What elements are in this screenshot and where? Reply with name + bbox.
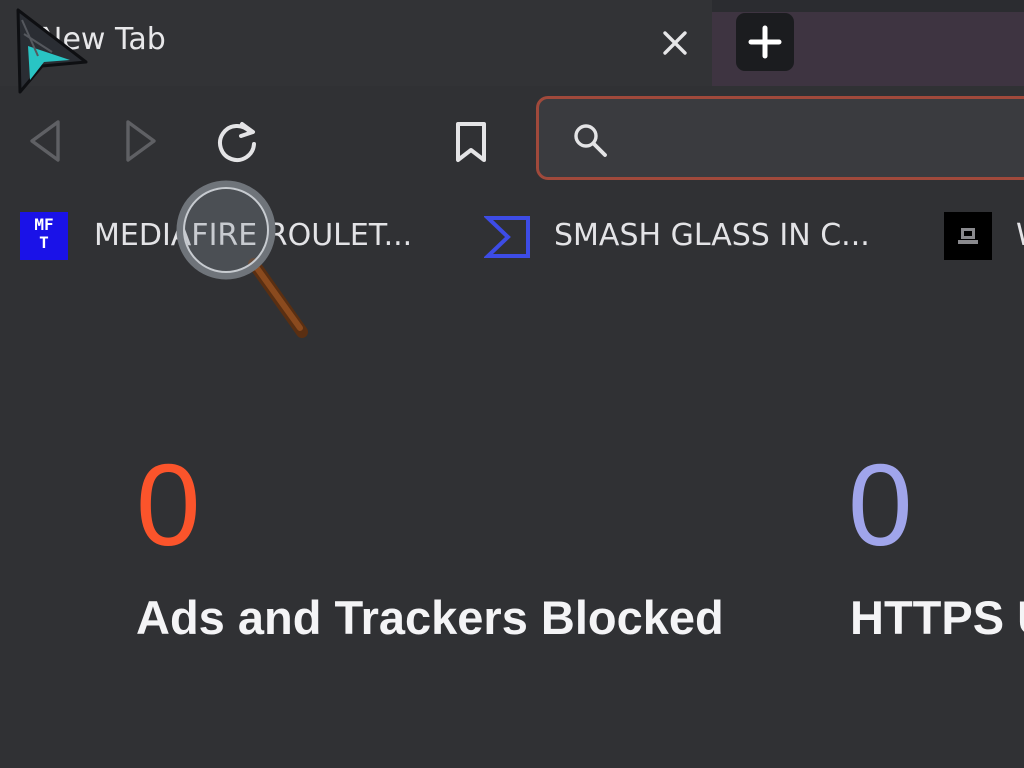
address-bar[interactable] [536, 96, 1024, 180]
magnifier-cursor-icon [172, 176, 316, 346]
address-input[interactable] [623, 117, 1024, 159]
forward-arrow-icon[interactable] [118, 118, 162, 168]
search-icon [571, 121, 611, 165]
laptop-icon [944, 212, 992, 260]
bookmarks-bar: MF T MEDIAFIRE ROULET... SMASH GLASS IN C… [0, 198, 1024, 276]
arrow-cursor-icon [8, 6, 98, 104]
https-upgrades-count: 0 [848, 440, 913, 570]
bookmark-label: W [1016, 218, 1024, 253]
bookmark-label: SMASH GLASS IN C... [554, 218, 870, 253]
back-arrow-icon[interactable] [24, 118, 68, 168]
ads-blocked-count: 0 [136, 440, 201, 570]
close-icon[interactable] [656, 24, 694, 62]
sigma-flag-icon [482, 212, 534, 266]
favicon-text-line1: MF [34, 215, 54, 234]
plus-icon [748, 25, 782, 59]
bookmark-icon[interactable] [450, 120, 492, 168]
favicon-text-line2: T [39, 233, 49, 252]
ads-blocked-label: Ads and Trackers Blocked [136, 591, 724, 644]
reload-icon[interactable] [212, 118, 262, 170]
https-upgrades-label: HTTPS Upgrades [850, 591, 1024, 644]
tab-new-tab[interactable]: New Tab [0, 0, 712, 86]
browser-window: New Tab MF T MEDIAFIRE ROULET... SMASH G… [0, 0, 1024, 768]
toolbar [0, 86, 1024, 198]
mediafire-favicon: MF T [20, 212, 68, 260]
tab-strip: New Tab [0, 0, 1024, 86]
new-tab-button[interactable] [736, 13, 794, 71]
